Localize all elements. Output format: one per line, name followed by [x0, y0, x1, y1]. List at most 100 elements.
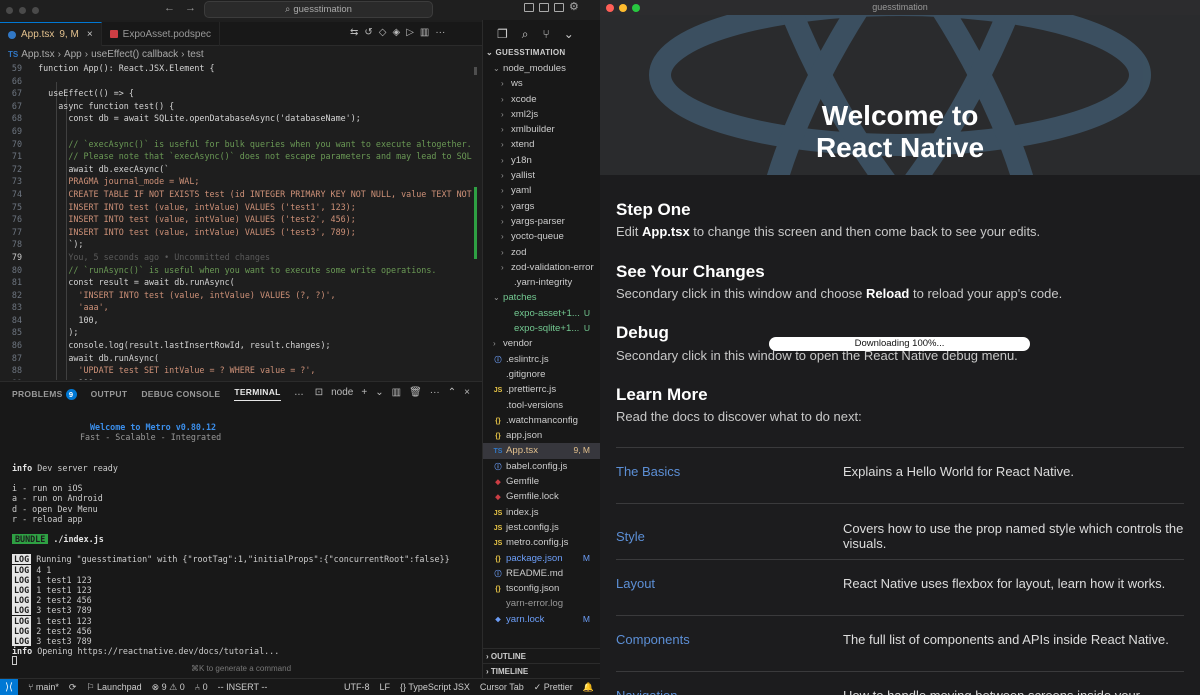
code-line[interactable]: 67 useEffect(() => {	[0, 87, 482, 100]
learn-more-link[interactable]: Style Covers how to use the prop named st…	[616, 503, 1184, 559]
code-line[interactable]: 67 async function test() {	[0, 100, 482, 113]
close-panel-icon[interactable]: ×	[464, 387, 470, 398]
folder-item[interactable]: › xml2js	[483, 107, 600, 122]
folder-item[interactable]: › zod	[483, 245, 600, 260]
code-line[interactable]: 87 await db.runAsync(	[0, 352, 482, 365]
file-item[interactable]: ◆ Gemfile.lock	[483, 489, 600, 504]
launchpad-button[interactable]: ⚐ Launchpad	[86, 682, 141, 693]
back-arrow-icon[interactable]: ←	[164, 2, 185, 14]
revert-icon[interactable]: ↺	[364, 27, 372, 38]
remote-icon[interactable]: ⟩⟨	[0, 678, 18, 695]
file-item[interactable]: {} .watchmanconfig	[483, 413, 600, 428]
tab-expoasset-podspec[interactable]: ExpoAsset.podspec	[102, 22, 221, 46]
trash-icon[interactable]: 🗑	[409, 387, 422, 398]
folder-item[interactable]: › ws	[483, 76, 600, 91]
code-line[interactable]: 76 INSERT INTO test (value, intValue) VA…	[0, 213, 482, 226]
zoom-window-button[interactable]	[632, 4, 640, 12]
code-line[interactable]: 88 'UPDATE test SET intValue = ? WHERE v…	[0, 364, 482, 377]
folder-item[interactable]: › vendor	[483, 336, 600, 351]
learn-more-link[interactable]: The Basics Explains a Hello World for Rea…	[616, 447, 1184, 503]
minimize-window-button[interactable]	[619, 4, 627, 12]
file-item[interactable]: {} app.json	[483, 428, 600, 443]
code-line[interactable]: 79 You, 5 seconds ago • Uncommitted chan…	[0, 251, 482, 264]
code-line[interactable]: 68 const db = await SQLite.openDatabaseA…	[0, 112, 482, 125]
file-item[interactable]: JS metro.config.js	[483, 535, 600, 550]
code-line[interactable]: 70 // `execAsync()` is useful for bulk q…	[0, 138, 482, 151]
file-item[interactable]: TS App.tsx 9, M	[483, 443, 600, 459]
close-window-button[interactable]	[6, 6, 13, 14]
minimize-window-button[interactable]	[19, 6, 26, 14]
search-icon[interactable]: ⌕	[522, 27, 529, 42]
file-item[interactable]: .gitignore	[483, 367, 600, 382]
file-item[interactable]: .tool-versions	[483, 398, 600, 413]
folder-item[interactable]: ⌄ node_modules	[483, 61, 600, 76]
more-tabs-icon[interactable]: ···	[295, 389, 304, 399]
code-line[interactable]: 72 await db.execAsync(`	[0, 163, 482, 176]
gear-icon[interactable]: ⚙	[569, 2, 579, 13]
forward-arrow-icon[interactable]: →	[185, 2, 206, 14]
folder-item[interactable]: › yocto-queue	[483, 229, 600, 244]
compare-icon[interactable]: ⇆	[350, 27, 358, 38]
breadcrumb-item[interactable]: useEffect() callback	[91, 49, 178, 60]
ports-indicator[interactable]: ⑃ 0	[195, 682, 208, 692]
file-item[interactable]: JS jest.config.js	[483, 520, 600, 535]
breadcrumb-item[interactable]: App	[64, 49, 82, 60]
file-item[interactable]: {} package.json M	[483, 551, 600, 566]
file-item[interactable]: yarn-error.log	[483, 596, 600, 611]
zoom-window-button[interactable]	[32, 6, 39, 14]
code-line[interactable]: 74 CREATE TABLE IF NOT EXISTS test (id I…	[0, 188, 482, 201]
new-terminal-icon[interactable]: +	[361, 387, 367, 398]
code-line[interactable]: 89 999,	[0, 377, 482, 380]
terminal-output[interactable]: Welcome to Metro v0.80.12 Fast - Scalabl…	[12, 422, 477, 672]
file-item[interactable]: expo-sqlite+1... U	[483, 321, 600, 336]
code-line[interactable]: 83 'aaa',	[0, 301, 482, 314]
files-icon[interactable]: ❐	[497, 27, 508, 41]
outline-section[interactable]: › OUTLINE	[483, 648, 601, 663]
close-window-button[interactable]	[606, 4, 614, 12]
split-editor-icon[interactable]: ▥	[420, 27, 429, 38]
chevron-down-icon[interactable]: ⌄	[375, 387, 383, 398]
folder-item[interactable]: › yallist	[483, 168, 600, 183]
file-item[interactable]: ◆ Gemfile	[483, 474, 600, 489]
code-line[interactable]: 82 'INSERT INTO test (value, intValue) V…	[0, 289, 482, 302]
code-line[interactable]: 75 INSERT INTO test (value, intValue) VA…	[0, 201, 482, 214]
maximize-panel-icon[interactable]: ⌃	[448, 387, 456, 398]
code-line[interactable]: 73 PRAGMA journal_mode = WAL;	[0, 175, 482, 188]
code-line[interactable]: 66	[0, 75, 482, 88]
terminal-shell-label[interactable]: node	[331, 387, 353, 398]
folder-item[interactable]: › y18n	[483, 153, 600, 168]
code-line[interactable]: 71 // Please note that `execAsync()` doe…	[0, 150, 482, 163]
next-change-icon[interactable]: ◈	[392, 27, 400, 38]
file-item[interactable]: {} tsconfig.json	[483, 581, 600, 596]
learn-more-link[interactable]: NavigationHow to handle moving between s…	[616, 671, 1184, 695]
file-item[interactable]: JS .prettierrc.js	[483, 382, 600, 397]
close-tab-icon[interactable]: ×	[87, 29, 93, 40]
notifications-icon[interactable]: 🔔	[583, 682, 594, 693]
timeline-section[interactable]: › TIMELINE	[483, 663, 601, 678]
eol-indicator[interactable]: LF	[379, 682, 390, 692]
file-item[interactable]: ⓘ babel.config.js	[483, 459, 600, 474]
folder-item[interactable]: › yargs-parser	[483, 214, 600, 229]
problems-indicator[interactable]: ⊗ 9 ⚠ 0	[152, 682, 185, 693]
code-line[interactable]: 69	[0, 125, 482, 138]
folder-item[interactable]: › xcode	[483, 92, 600, 107]
file-item[interactable]: ❖ yarn.lock M	[483, 612, 600, 627]
tab-output[interactable]: OUTPUT	[91, 389, 128, 399]
workspace-title[interactable]: ⌄ GUESSTIMATION	[483, 48, 600, 61]
folder-item[interactable]: ⌄ patches	[483, 290, 600, 305]
encoding-indicator[interactable]: UTF-8	[344, 682, 370, 692]
file-item[interactable]: ⓘ .eslintrc.js	[483, 352, 600, 367]
breadcrumb-item[interactable]: test	[188, 49, 204, 60]
code-line[interactable]: 77 INSERT INTO test (value, intValue) VA…	[0, 226, 482, 239]
tab-terminal[interactable]: TERMINAL	[234, 387, 281, 401]
code-editor[interactable]: 59 function App(): React.JSX.Element {66…	[0, 62, 482, 380]
file-item[interactable]: expo-asset+1... U	[483, 306, 600, 321]
file-item[interactable]: JS index.js	[483, 505, 600, 520]
sync-icon[interactable]: ⟳	[69, 682, 77, 693]
split-terminal-icon[interactable]: ▥	[392, 387, 401, 398]
chevron-down-icon[interactable]: ⌄	[564, 27, 574, 41]
code-line[interactable]: 59 function App(): React.JSX.Element {	[0, 62, 482, 75]
code-line[interactable]: 85 );	[0, 326, 482, 339]
breadcrumb-item[interactable]: App.tsx	[21, 49, 54, 60]
learn-more-link[interactable]: Components The full list of components an…	[616, 615, 1184, 671]
